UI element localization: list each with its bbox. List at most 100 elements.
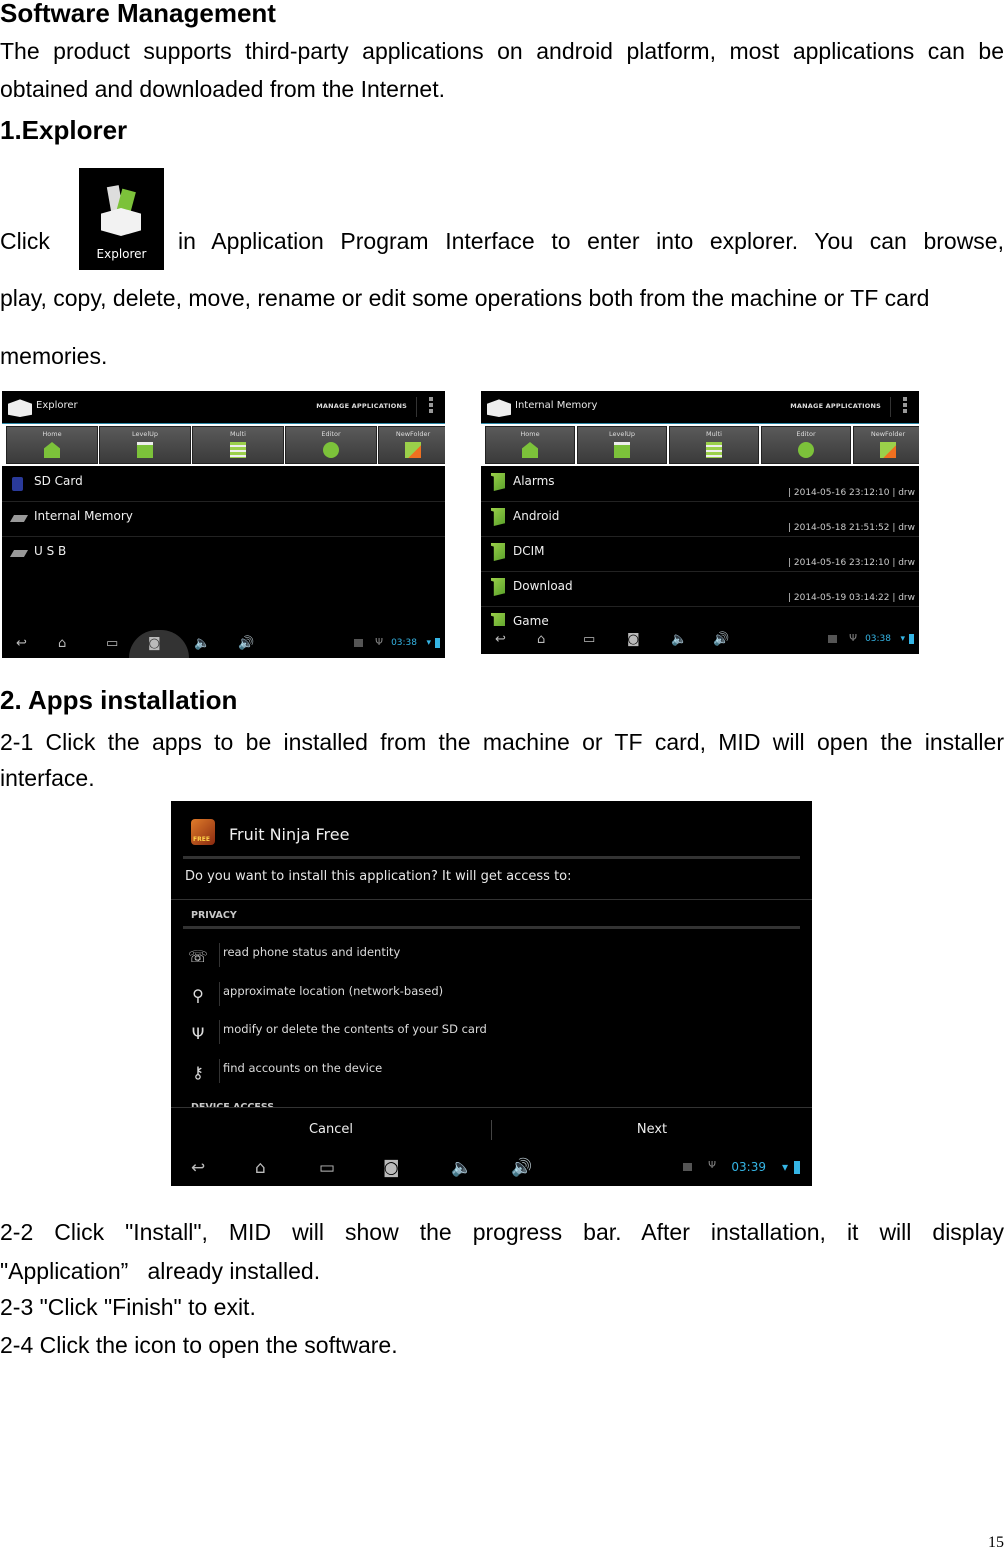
levelup-button[interactable]: LevelUp [577,426,667,464]
explorer-app-icon[interactable]: Explorer [79,168,164,270]
manage-applications-button[interactable]: MANAGE APPLICATIONS [790,402,881,410]
screenshot-icon[interactable]: ◙ [383,1158,400,1178]
folder-icon [491,508,505,526]
back-icon[interactable]: ↩ [495,632,506,647]
list-item[interactable]: Alarms | 2014-05-16 23:12:10 | drw [481,467,919,502]
recent-apps-icon[interactable]: ▭ [106,636,118,651]
drive-icon [9,550,29,557]
explorer-screenshot: Explorer MANAGE APPLICATIONS Home LevelU… [2,391,445,658]
location-pin-icon: ⚲ [192,986,204,1005]
home-nav-icon[interactable]: ⌂ [58,636,66,651]
clock: 03:38 [865,634,891,644]
battery-icon [794,1161,800,1174]
editor-button[interactable]: Editor [285,426,377,464]
battery-icon [435,638,440,648]
new-folder-icon [880,442,896,458]
list-item[interactable]: Download | 2014-05-19 03:14:22 | drw [481,572,919,607]
editor-icon [323,442,339,458]
volume-up-icon[interactable]: 🔊 [238,636,254,651]
folder-icon [491,578,505,596]
permission-item: ⚷ find accounts on the device [183,1057,800,1091]
levelup-button[interactable]: LevelUp [99,426,191,464]
action-bar: Internal Memory MANAGE APPLICATIONS [481,391,919,425]
editor-icon [798,442,814,458]
volume-down-icon[interactable]: 🔈 [671,632,687,647]
key-icon: ⚷ [192,1063,204,1082]
wifi-icon: ▾ [426,638,431,648]
home-button[interactable]: Home [6,426,98,464]
wifi-icon: ▾ [781,1160,788,1174]
usb-storage-icon: Ψ [191,1024,205,1043]
drive-icon [9,515,29,522]
volume-up-icon[interactable]: 🔊 [511,1158,532,1178]
volume-up-icon[interactable]: 🔊 [713,632,729,647]
explorer-text-line-2: play, copy, delete, move, rename or edit… [0,285,930,311]
install-question: Do you want to install this application?… [185,869,572,884]
action-bar: Explorer MANAGE APPLICATIONS [2,391,445,425]
explorer-text-line-3: memories. [0,343,108,369]
manage-applications-button[interactable]: MANAGE APPLICATIONS [316,402,407,410]
list-item[interactable]: Android | 2014-05-18 21:51:52 | drw [481,502,919,537]
installer-screenshot: FREE Fruit Ninja Free Do you want to ins… [171,801,812,1186]
overflow-menu-icon[interactable] [903,397,907,415]
cancel-button[interactable]: Cancel [171,1122,491,1137]
system-nav-bar: ↩ ⌂ ▭ ◙ 🔈 🔊 Ψ 03:39 ▾ [171,1150,812,1186]
intro-line-2: obtained and downloaded from the Interne… [0,76,445,102]
screen-title: Explorer [36,400,78,411]
explorer-heading: 1.Explorer [0,115,128,145]
list-item[interactable]: SD Card [2,467,445,502]
system-nav-bar: ↩ ⌂ ▭ ◙ 🔈 🔊 Ψ 03:38 ▾ [481,626,919,654]
list-item[interactable]: DCIM | 2014-05-16 23:12:10 | drw [481,537,919,572]
permission-item: ⚲ approximate location (network-based) [183,980,800,1014]
multi-button[interactable]: Multi [192,426,284,464]
recent-apps-icon[interactable]: ▭ [583,632,595,647]
privacy-header: PRIVACY [191,910,237,921]
apps-heading: 2. Apps installation [0,685,238,715]
gallery-notification-icon [683,1163,692,1171]
permission-item: ☏ read phone status and identity [187,943,401,967]
home-nav-icon[interactable]: ⌂ [255,1158,266,1178]
folder-icon [491,543,505,561]
button-bar: Cancel Next [171,1107,812,1152]
step2-line-1: 2-2 Click "Install", MID will show the p… [0,1219,1004,1245]
screenshot-icon[interactable]: ◙ [627,632,640,647]
recent-apps-icon[interactable]: ▭ [319,1158,335,1178]
newfolder-button[interactable]: NewFolder [853,426,919,464]
screen-title: Internal Memory [515,400,598,411]
new-folder-icon [405,442,421,458]
clock: 03:39 [731,1160,766,1174]
explorer-logo-icon [487,399,511,417]
fruit-ninja-app-icon: FREE [191,819,215,845]
next-button[interactable]: Next [492,1122,812,1137]
gallery-notification-icon [354,639,363,647]
home-icon [44,442,60,458]
back-icon[interactable]: ↩ [191,1158,205,1178]
screenshot-icon[interactable]: ◙ [148,636,161,651]
volume-down-icon[interactable]: 🔈 [451,1158,472,1178]
app-name: Fruit Ninja Free [229,825,350,844]
multi-select-icon [706,442,722,458]
home-button[interactable]: Home [485,426,575,464]
sd-card-icon [12,477,23,491]
volume-down-icon[interactable]: 🔈 [194,636,210,651]
usb-icon: Ψ [708,1160,716,1171]
home-icon [522,442,538,458]
toolbar: Home LevelUp Multi Editor NewFolder [2,424,445,466]
page-title: Software Management [0,0,276,28]
usb-icon: Ψ [375,637,383,648]
back-icon[interactable]: ↩ [16,636,27,651]
home-nav-icon[interactable]: ⌂ [537,632,545,647]
wifi-icon: ▾ [900,634,905,644]
newfolder-button[interactable]: NewFolder [378,426,445,464]
usb-icon: Ψ [849,633,857,644]
permission-item: Ψ modify or delete the contents of your … [183,1018,800,1052]
explorer-text-line-1: in Application Program Interface to ente… [178,228,1004,254]
editor-button[interactable]: Editor [761,426,851,464]
step1-line-2: interface. [0,765,95,791]
internal-memory-screenshot: Internal Memory MANAGE APPLICATIONS Home… [481,391,919,654]
list-item[interactable]: Internal Memory [2,502,445,537]
step3: 2-3 "Click "Finish" to exit. [0,1294,256,1320]
multi-button[interactable]: Multi [669,426,759,464]
overflow-menu-icon[interactable] [429,397,433,415]
list-item[interactable]: U S B [2,537,445,571]
